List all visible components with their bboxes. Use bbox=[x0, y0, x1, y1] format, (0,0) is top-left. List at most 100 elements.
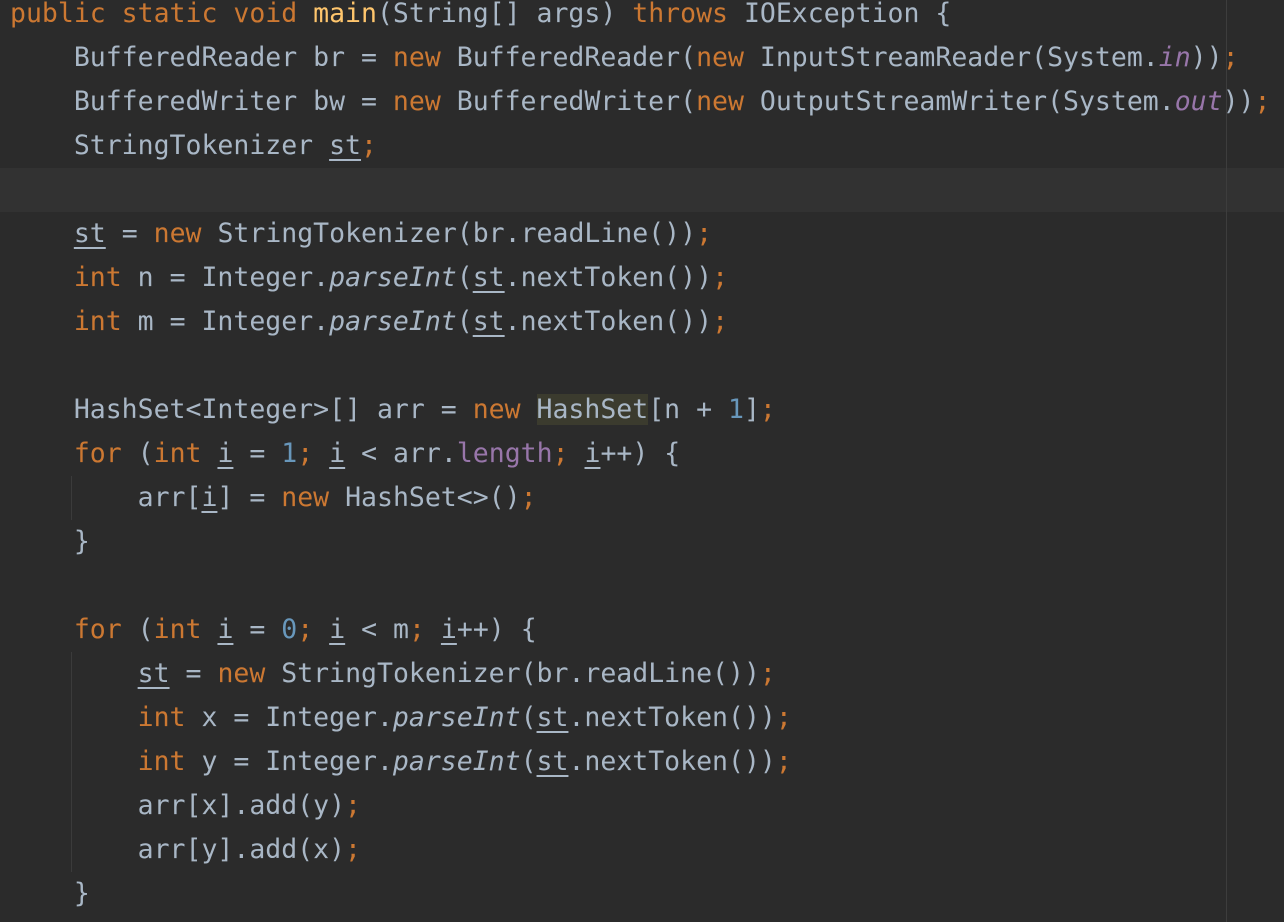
code-line[interactable]: BufferedWriter bw = new BufferedWriter(n… bbox=[0, 80, 1284, 124]
code-line-text: } bbox=[10, 520, 90, 564]
code-token: ] = bbox=[217, 482, 282, 513]
code-token: new bbox=[281, 482, 346, 513]
code-token: int bbox=[153, 614, 218, 645]
code-line[interactable]: int m = Integer.parseInt(st.nextToken())… bbox=[0, 300, 1284, 344]
code-line[interactable] bbox=[0, 344, 1284, 388]
code-line[interactable]: st = new StringTokenizer(br.readLine()); bbox=[0, 652, 1284, 696]
code-token: new bbox=[696, 86, 760, 117]
code-token: ; bbox=[775, 746, 792, 777]
code-line-text: int m = Integer.parseInt(st.nextToken())… bbox=[10, 300, 728, 344]
code-token: m = Integer. bbox=[137, 306, 330, 337]
code-token: st bbox=[137, 658, 170, 689]
code-line[interactable]: arr[x].add(y); bbox=[0, 784, 1284, 828]
code-line[interactable]: int y = Integer.parseInt(st.nextToken())… bbox=[0, 740, 1284, 784]
code-token: st bbox=[472, 306, 505, 337]
code-token: ; bbox=[345, 834, 362, 865]
code-token: ( bbox=[137, 614, 154, 645]
code-line[interactable] bbox=[0, 564, 1284, 608]
code-token: InputStreamReader(System. bbox=[759, 42, 1159, 73]
indent-guide bbox=[71, 476, 72, 520]
code-line[interactable]: } bbox=[0, 520, 1284, 564]
code-line-text: st = new StringTokenizer(br.readLine()); bbox=[10, 652, 776, 696]
code-token: ( bbox=[137, 438, 154, 469]
indent-guide bbox=[71, 652, 72, 872]
code-token: ] bbox=[743, 394, 760, 425]
code-line[interactable]: arr[y].add(x); bbox=[0, 828, 1284, 872]
code-token: main bbox=[313, 0, 377, 29]
code-token: length bbox=[456, 438, 553, 469]
code-token: ( bbox=[456, 262, 473, 293]
code-token: arr[ bbox=[10, 482, 202, 513]
code-line-text: int x = Integer.parseInt(st.nextToken())… bbox=[10, 696, 792, 740]
code-line[interactable]: public static void main(String[] args) t… bbox=[0, 0, 1284, 36]
code-token: new bbox=[392, 86, 457, 117]
code-token: i bbox=[217, 438, 234, 469]
code-token: ( bbox=[520, 702, 537, 733]
code-line-text: int n = Integer.parseInt(st.nextToken())… bbox=[10, 256, 728, 300]
code-line[interactable]: int x = Integer.parseInt(st.nextToken())… bbox=[0, 696, 1284, 740]
code-token: = bbox=[105, 218, 154, 249]
code-line[interactable]: BufferedReader br = new BufferedReader(n… bbox=[0, 36, 1284, 80]
code-token: x = Integer. bbox=[201, 702, 393, 733]
code-line[interactable]: st = new StringTokenizer(br.readLine()); bbox=[0, 212, 1284, 256]
code-token: st bbox=[472, 262, 505, 293]
code-token: st bbox=[536, 702, 569, 733]
code-token: new bbox=[217, 658, 282, 689]
code-line[interactable]: StringTokenizer st; bbox=[0, 124, 1284, 168]
code-line[interactable]: } bbox=[0, 872, 1284, 916]
code-token: StringTokenizer bbox=[10, 130, 330, 161]
code-line-text: for (int i = 1; i < arr.length; i++) { bbox=[10, 432, 680, 476]
code-token: = bbox=[233, 614, 282, 645]
code-token: < m bbox=[345, 614, 409, 645]
code-token: OutputStreamWriter(System. bbox=[759, 86, 1175, 117]
code-token: ; bbox=[520, 482, 537, 513]
code-editor[interactable]: public static void main(String[] args) t… bbox=[0, 0, 1284, 922]
code-line[interactable]: arr[i] = new HashSet<>(); bbox=[0, 476, 1284, 520]
code-line-text: int y = Integer.parseInt(st.nextToken())… bbox=[10, 740, 792, 784]
code-token: n = Integer. bbox=[137, 262, 330, 293]
code-token: i bbox=[329, 438, 346, 469]
code-token: int bbox=[73, 262, 138, 293]
code-token: for bbox=[73, 438, 138, 469]
code-token: parseInt bbox=[392, 746, 521, 777]
code-token: ; bbox=[345, 790, 362, 821]
code-token: HashSet<>() bbox=[345, 482, 521, 513]
right-margin-guide bbox=[1226, 0, 1227, 922]
code-token: int bbox=[73, 306, 138, 337]
code-token: ; bbox=[775, 702, 792, 733]
code-token: < arr. bbox=[345, 438, 457, 469]
code-token: public static void bbox=[10, 0, 314, 29]
code-token: new bbox=[696, 42, 760, 73]
code-token: StringTokenizer(br.readLine()) bbox=[217, 218, 697, 249]
code-line-text: arr[x].add(y); bbox=[10, 784, 361, 828]
code-line-text: BufferedReader br = new BufferedReader(n… bbox=[10, 36, 1239, 80]
code-token: )) bbox=[1222, 86, 1255, 117]
code-token: ( bbox=[456, 306, 473, 337]
code-token: ++) { bbox=[600, 438, 681, 469]
code-token: st bbox=[329, 130, 362, 161]
code-line[interactable]: for (int i = 1; i < arr.length; i++) { bbox=[0, 432, 1284, 476]
code-token: .nextToken()) bbox=[568, 746, 776, 777]
code-line-text: arr[i] = new HashSet<>(); bbox=[10, 476, 537, 520]
code-token: st bbox=[73, 218, 106, 249]
code-token: HashSet<Integer>[] arr = bbox=[10, 394, 473, 425]
code-token: for bbox=[73, 614, 138, 645]
code-line-text: HashSet<Integer>[] arr = new HashSet[n +… bbox=[10, 388, 776, 432]
code-token: ( bbox=[520, 746, 537, 777]
code-token: i bbox=[201, 482, 218, 513]
code-token: new bbox=[472, 394, 537, 425]
code-token: ; bbox=[759, 658, 776, 689]
code-line[interactable]: HashSet<Integer>[] arr = new HashSet[n +… bbox=[0, 388, 1284, 432]
code-line[interactable]: for (int i = 0; i < m; i++) { bbox=[0, 608, 1284, 652]
code-line-text: StringTokenizer st; bbox=[10, 124, 377, 168]
code-token: ; bbox=[552, 438, 585, 469]
code-token: HashSet bbox=[536, 394, 649, 425]
code-token: int bbox=[137, 702, 202, 733]
code-line[interactable] bbox=[0, 168, 1284, 212]
code-line[interactable]: int n = Integer.parseInt(st.nextToken())… bbox=[0, 256, 1284, 300]
code-token: y = Integer. bbox=[201, 746, 393, 777]
